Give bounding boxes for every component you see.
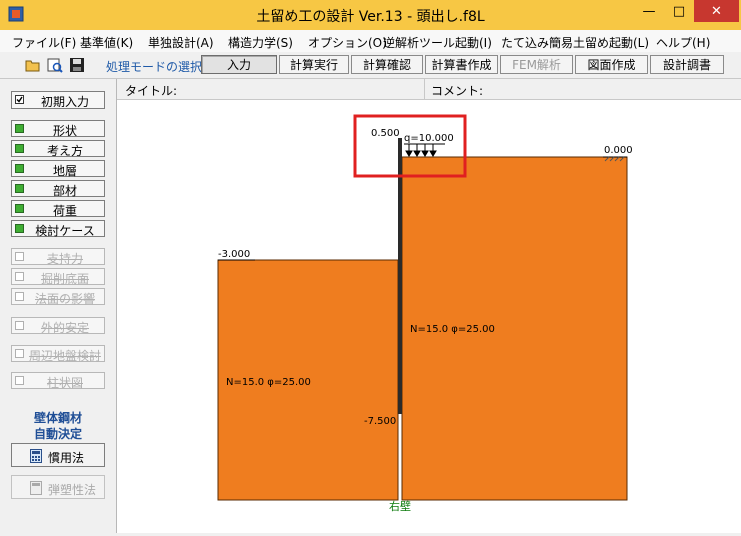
mode-input-button[interactable]: 入力 [201,55,277,74]
sidebar-item-strata[interactable]: 地層 [11,160,105,178]
initial-input-button[interactable]: 初期入力 [11,91,105,109]
info-bar: タイトル: コメント: [117,79,741,100]
menu-bar: ファイル(F) 基準値(K) 単独設計(A) 構造力学(S) オプション(O) … [0,30,741,53]
sidebar-item-shape[interactable]: 形状 [11,120,105,138]
title-bar: 土留め工の設計 Ver.13 - 頭出し.f8L — □ ✕ [0,0,741,30]
calculator-icon [30,449,42,463]
toolbar: 処理モードの選択 入力 計算実行 計算確認 計算書作成 FEM解析 図面作成 設… [0,52,741,79]
sidebar-item-excavation-bottom: 掘削底面 [11,268,105,286]
sidebar-item-external-stability: 外的安定 [11,317,105,335]
status-indicator-icon [15,124,24,133]
minimize-button[interactable]: — [634,0,664,22]
design-summary-button[interactable]: 設計調書 [650,55,724,74]
sidebar-item-loads[interactable]: 荷重 [11,200,105,218]
calculator-icon [30,481,42,495]
right-ground-elevation: 0.000 [604,145,633,156]
title-label: タイトル: [125,84,178,98]
menu-structural-mechanics[interactable]: 構造力学(S) [228,34,293,51]
initial-input-label: 初期入力 [40,95,89,109]
sidebar-item-label: 考え方 [46,144,83,158]
menu-options[interactable]: オプション(O) [308,34,387,51]
sidebar-item-label: 法面の影響 [34,292,95,306]
elastoplastic-method-button: 弾塑性法 [11,475,105,499]
menu-single-design[interactable]: 単独設計(A) [148,34,214,51]
surcharge-arrows [404,143,445,157]
fem-analysis-button: FEM解析 [500,55,573,74]
sidebar-item-label: 外的安定 [40,321,89,335]
checkbox-icon [15,292,24,301]
conventional-method-button[interactable]: 慣用法 [11,443,105,467]
preview-icon[interactable] [46,56,64,74]
sidebar-item-boring-log: 柱状図 [11,372,105,390]
menu-help[interactable]: ヘルプ(H) [656,34,710,51]
create-drawing-button[interactable]: 図面作成 [575,55,648,74]
sidebar-item-label: 検討ケース [35,224,95,238]
sidebar-item-surrounding-ground: 周辺地盤検討 [11,345,105,363]
status-indicator-icon [15,224,24,233]
sidebar-item-label: 掘削底面 [40,272,89,286]
close-button[interactable]: ✕ [694,0,739,22]
maximize-button[interactable]: □ [664,0,694,22]
checkbox-icon [15,321,24,330]
wall-top-elevation: 0.500 [371,128,400,139]
checkbox-icon [15,376,24,385]
run-calculation-button[interactable]: 計算実行 [279,55,349,74]
sidebar-item-members[interactable]: 部材 [11,180,105,198]
retaining-wall [398,138,402,414]
left-ground-elevation: -3.000 [218,249,250,260]
check-calculation-button[interactable]: 計算確認 [351,55,423,74]
wall-steel-label: 壁体鋼材 [33,411,82,425]
sidebar-item-label: 周辺地盤検討 [28,349,101,363]
open-folder-icon[interactable] [24,56,42,74]
checkbox-icon [15,349,24,358]
sidebar-item-study-cases[interactable]: 検討ケース [11,220,105,238]
input-sidebar: 初期入力 形状 考え方 地層 部材 荷重 検討ケース 支持力 掘削底面 法面の影… [0,79,117,533]
create-report-button[interactable]: 計算書作成 [425,55,498,74]
sidebar-item-label: 地層 [52,164,77,178]
menu-simple-shoring[interactable]: たて込み簡易土留め起動(L) [501,34,649,51]
surcharge-label: q=10.000 [404,133,454,144]
sidebar-item-label: 部材 [52,184,77,198]
status-indicator-icon [15,204,24,213]
sidebar-item-label: 柱状図 [46,376,83,390]
save-disk-icon[interactable] [68,56,86,74]
checkbox-icon [15,272,24,281]
elastoplastic-method-label: 弾塑性法 [48,483,97,497]
info-divider [424,79,425,99]
left-soil-properties: N=15.0 φ=25.00 [226,377,311,388]
sidebar-item-label: 支持力 [46,252,83,266]
auto-determine-label: 自動決定 [33,427,82,441]
checkbox-icon [15,252,24,261]
mode-select-label: 処理モードの選択 [106,60,203,74]
wall-bottom-elevation: -7.500 [364,416,396,427]
wall-side-label: 右壁 [389,499,411,513]
status-indicator-icon [15,164,24,173]
sidebar-item-label: 荷重 [52,204,77,218]
sidebar-item-bearing-capacity: 支持力 [11,248,105,266]
sidebar-item-label: 形状 [52,124,77,138]
cross-section-drawing: 0.500 q=10.000 0.000 -3.000 -7.500 N=15.… [217,114,633,513]
menu-file[interactable]: ファイル(F) [12,34,76,51]
comment-label: コメント: [431,84,484,98]
right-soil-properties: N=15.0 φ=25.00 [410,324,495,335]
checked-checkbox-icon [15,95,24,104]
menu-back-analysis-tool[interactable]: 逆解析ツール起動(I) [383,34,492,51]
sidebar-item-approach[interactable]: 考え方 [11,140,105,158]
status-indicator-icon [15,144,24,153]
menu-standard-values[interactable]: 基準値(K) [80,34,133,51]
window-title: 土留め工の設計 Ver.13 - 頭出し.f8L [256,9,485,25]
sidebar-item-slope-effect: 法面の影響 [11,288,105,306]
status-indicator-icon [15,184,24,193]
conventional-method-label: 慣用法 [48,451,85,465]
drawing-canvas[interactable]: 0.500 q=10.000 0.000 -3.000 -7.500 N=15.… [117,100,741,533]
